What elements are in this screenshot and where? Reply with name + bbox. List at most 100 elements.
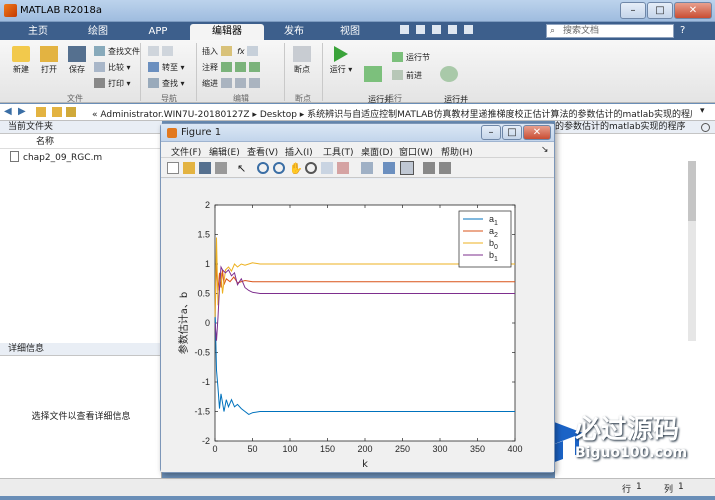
details-header: 详细信息 bbox=[0, 343, 162, 356]
y-tick-label: 0.5 bbox=[197, 289, 210, 299]
figure-toolbar: ↖ ✋ bbox=[161, 158, 554, 178]
tab-home[interactable]: 主页 bbox=[8, 24, 68, 40]
save-figure-icon[interactable] bbox=[199, 162, 211, 174]
indent-button[interactable]: 缩进 bbox=[202, 78, 263, 89]
run-button[interactable]: 运行 ▾ bbox=[328, 46, 354, 75]
link-plot-icon[interactable] bbox=[361, 162, 373, 174]
editor-options-icon[interactable] bbox=[701, 123, 710, 132]
y-tick-label: 0 bbox=[205, 318, 210, 328]
legend-icon[interactable] bbox=[400, 161, 414, 175]
menu-file[interactable]: 文件(F) bbox=[171, 145, 201, 158]
tab-plots[interactable]: 绘图 bbox=[70, 24, 126, 40]
goto-button[interactable]: 转至 ▾ bbox=[148, 62, 185, 73]
search-input[interactable]: 搜索文档 bbox=[546, 24, 674, 38]
insert-button[interactable]: 插入 fx bbox=[202, 46, 261, 57]
brush-icon[interactable] bbox=[337, 162, 349, 174]
open-file-icon[interactable] bbox=[183, 162, 195, 174]
new-figure-icon[interactable] bbox=[167, 162, 179, 174]
open-button[interactable]: 打开 bbox=[36, 46, 62, 75]
name-column-header[interactable]: 名称 bbox=[0, 135, 161, 149]
x-axis-label: k bbox=[362, 459, 368, 470]
compare-button[interactable]: 比较 ▾ bbox=[94, 62, 131, 73]
figure-title-bar: Figure 1 – □ ✕ bbox=[161, 124, 554, 142]
figure-maximize-button[interactable]: □ bbox=[502, 125, 522, 140]
matlab-logo-icon bbox=[4, 4, 17, 17]
menu-help[interactable]: 帮助(H) bbox=[441, 145, 473, 158]
find-button[interactable]: 查找 ▾ bbox=[148, 78, 185, 89]
pan-icon[interactable]: ✋ bbox=[289, 162, 303, 175]
list-item[interactable]: chap2_09_RGC.m bbox=[10, 151, 102, 163]
forward-icon[interactable]: ▶ bbox=[18, 106, 26, 117]
menu-dock-icon[interactable]: ↘ bbox=[541, 145, 549, 155]
menu-tools[interactable]: 工具(T) bbox=[323, 145, 354, 158]
clock-icon bbox=[440, 66, 458, 82]
line-chart[interactable]: 0 50 100 150 200 250 300 350 400 -2 -1.5 -1 -0.5 0 0.5… bbox=[161, 179, 554, 472]
pointer-icon[interactable]: ↖ bbox=[237, 162, 249, 175]
back-icon[interactable]: ◀ bbox=[4, 106, 12, 117]
x-tick-label: 350 bbox=[470, 444, 485, 454]
figure-window[interactable]: Figure 1 – □ ✕ 文件(F) 编辑(E) 查看(V) 插入(I) 工… bbox=[160, 123, 555, 473]
comment-button[interactable]: 注释 bbox=[202, 62, 263, 73]
quick-access-toolbar[interactable] bbox=[400, 25, 540, 37]
print-button[interactable]: 打印 ▾ bbox=[94, 78, 131, 89]
menu-view[interactable]: 查看(V) bbox=[247, 145, 278, 158]
help-icon[interactable]: ? bbox=[680, 25, 685, 36]
show-tools-icon[interactable] bbox=[439, 162, 451, 174]
advance-button[interactable]: 前进 bbox=[392, 70, 422, 81]
tab-view[interactable]: 视图 bbox=[324, 24, 376, 40]
watermark-url: Biguo100.com bbox=[575, 445, 688, 461]
row-value: 1 bbox=[636, 482, 642, 492]
close-button[interactable]: ✕ bbox=[674, 2, 712, 19]
tab-apps[interactable]: APP bbox=[130, 24, 186, 40]
y-tick-label: -1.5 bbox=[194, 407, 210, 417]
find-files-button[interactable]: 查找文件 bbox=[94, 46, 140, 57]
data-cursor-icon[interactable] bbox=[321, 162, 333, 174]
address-path[interactable]: « Administrator.WIN7U-20180127Z ▸ Deskto… bbox=[92, 107, 692, 120]
run-section-button[interactable]: 运行节 bbox=[392, 52, 430, 63]
figure-menu-bar: 文件(F) 编辑(E) 查看(V) 插入(I) 工具(T) 桌面(D) 窗口(W… bbox=[161, 142, 554, 158]
y-tick-label: -1 bbox=[202, 377, 210, 387]
x-tick-label: 250 bbox=[395, 444, 410, 454]
save-button[interactable]: 保存 bbox=[64, 46, 90, 75]
rotate-icon[interactable] bbox=[305, 162, 317, 174]
menu-insert[interactable]: 插入(I) bbox=[285, 145, 313, 158]
colorbar-icon[interactable] bbox=[383, 162, 395, 174]
ribbon-tabs: 主页 绘图 APP 编辑器 发布 视图 搜索文档 ⌕ ? bbox=[0, 22, 715, 40]
zoom-in-icon[interactable] bbox=[257, 162, 269, 174]
x-tick-label: 150 bbox=[320, 444, 335, 454]
figure-close-button[interactable]: ✕ bbox=[523, 125, 551, 140]
root-folder-icon[interactable] bbox=[66, 107, 76, 117]
search-icon: ⌕ bbox=[550, 26, 556, 36]
details-hint: 选择文件以查看详细信息 bbox=[31, 412, 131, 422]
new-button[interactable]: 新建 bbox=[8, 46, 34, 75]
menu-window[interactable]: 窗口(W) bbox=[399, 145, 433, 158]
run-advance-icon bbox=[364, 66, 382, 82]
ribbon-toolbar: 新建 打开 保存 查找文件 比较 ▾ 打印 ▾ 文件 转至 ▾ 查找 ▾ 导航 … bbox=[0, 40, 715, 114]
print-icon bbox=[94, 78, 105, 88]
watermark-brand: 必过源码 bbox=[575, 415, 680, 445]
tab-publish[interactable]: 发布 bbox=[268, 24, 320, 40]
nav-arrows[interactable] bbox=[148, 46, 176, 57]
tab-editor[interactable]: 编辑器 bbox=[190, 24, 264, 40]
title-bar: MATLAB R2018a – □ ✕ bbox=[0, 0, 715, 22]
breakpoints-icon bbox=[293, 46, 311, 62]
chevron-down-icon[interactable]: ▾ bbox=[700, 106, 705, 116]
app-title: MATLAB R2018a bbox=[20, 5, 103, 16]
ribbon-divider bbox=[140, 43, 141, 101]
maximize-button[interactable]: □ bbox=[647, 2, 673, 19]
menu-edit[interactable]: 编辑(E) bbox=[209, 145, 240, 158]
zoom-out-icon[interactable] bbox=[273, 162, 285, 174]
breakpoints-button[interactable]: 断点 bbox=[289, 46, 315, 75]
print-figure-icon[interactable] bbox=[215, 162, 227, 174]
minimize-button[interactable]: – bbox=[620, 2, 646, 19]
figure-minimize-button[interactable]: – bbox=[481, 125, 501, 140]
menu-desktop[interactable]: 桌面(D) bbox=[361, 145, 393, 158]
group-file-label: 文件 bbox=[67, 94, 83, 103]
group-nav-label: 导航 bbox=[161, 94, 177, 103]
hide-tools-icon[interactable] bbox=[423, 162, 435, 174]
figure-logo-icon bbox=[167, 128, 177, 138]
browse-folder-icon[interactable] bbox=[52, 107, 62, 117]
folder-up-icon[interactable] bbox=[36, 107, 46, 117]
col-value: 1 bbox=[678, 482, 684, 492]
scrollbar-thumb[interactable] bbox=[688, 161, 696, 221]
